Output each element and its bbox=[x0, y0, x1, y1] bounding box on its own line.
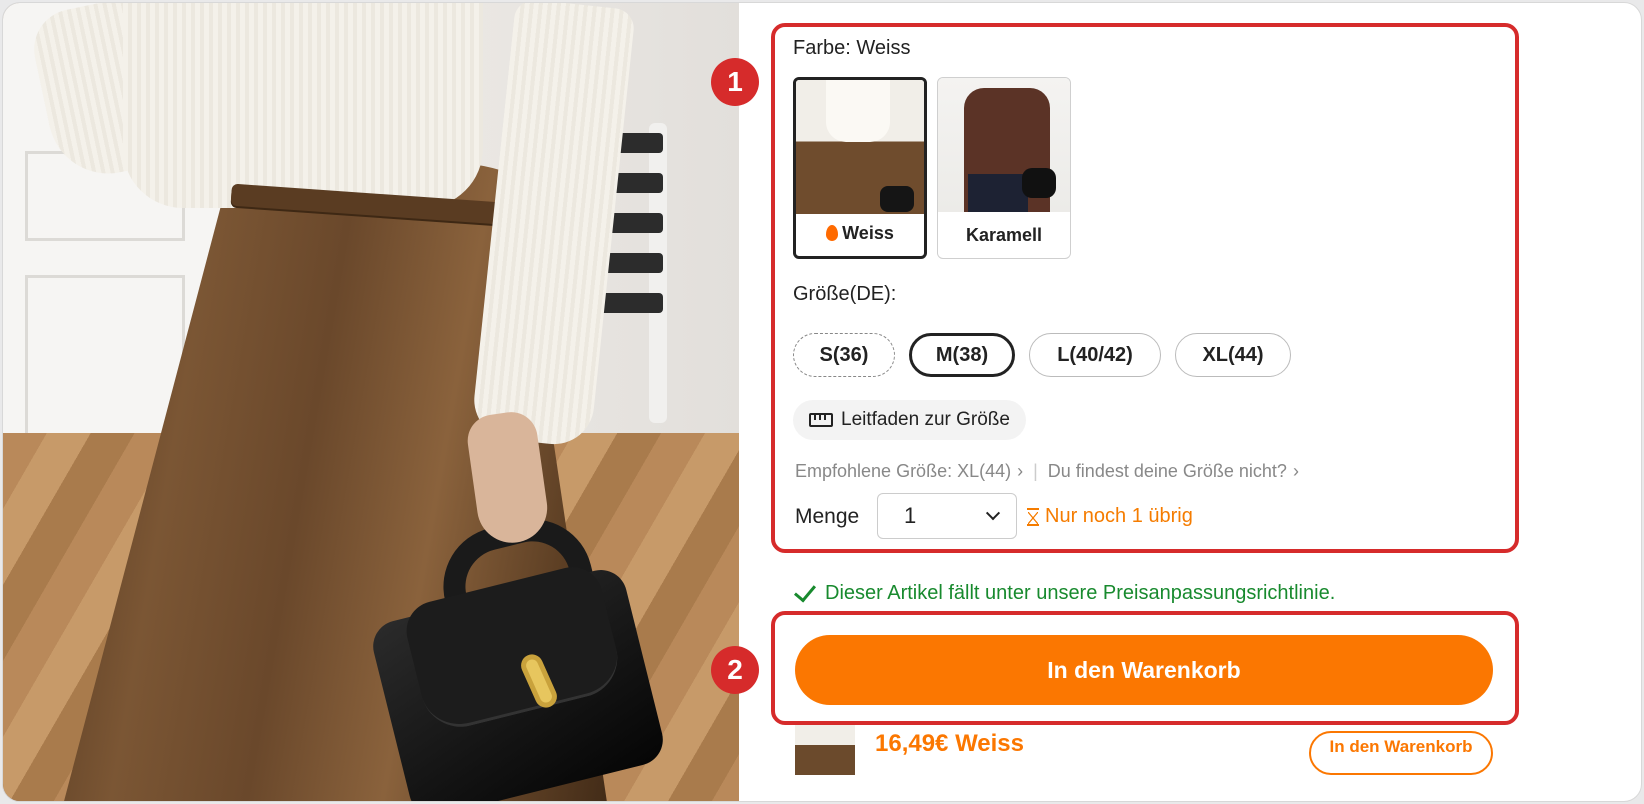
swatch-name: Weiss bbox=[796, 210, 924, 256]
flame-icon bbox=[826, 225, 839, 241]
color-swatch-karamell[interactable]: Karamell bbox=[937, 77, 1071, 259]
quantity-select[interactable]: 1 bbox=[877, 493, 1017, 539]
sticky-price-variant: 16,49€ Weiss bbox=[875, 730, 1025, 757]
add-to-cart-button[interactable]: In den Warenkorb bbox=[795, 635, 1493, 705]
chevron-down-icon bbox=[985, 506, 1001, 521]
recommended-size-link[interactable]: Empfohlene Größe: XL(44) bbox=[795, 461, 1011, 482]
color-swatch-weiss[interactable]: Weiss bbox=[793, 77, 927, 259]
screenshot-frame: 1 Farbe: Weiss Weiss Karamell Größe(DE): bbox=[2, 2, 1642, 802]
color-label: Farbe: Weiss bbox=[793, 37, 911, 59]
annotation-marker-2: 2 bbox=[711, 646, 759, 694]
quantity-value: 1 bbox=[904, 503, 917, 528]
door-panel bbox=[25, 275, 185, 445]
swatch-name: Karamell bbox=[965, 224, 1043, 245]
sweater bbox=[123, 3, 483, 208]
size-guide-button[interactable]: Leitfaden zur Größe bbox=[793, 400, 1026, 440]
separator: | bbox=[1033, 461, 1038, 481]
swatch-thumbnail bbox=[796, 80, 924, 214]
sticky-purchase-bar: 16,49€ Weiss In den Warenkorb bbox=[795, 725, 1493, 775]
price-adjustment-note: Dieser Artikel fällt unter unsere Preisa… bbox=[793, 579, 1335, 605]
ruler-icon bbox=[809, 413, 833, 427]
sticky-add-to-cart-button[interactable]: In den Warenkorb bbox=[1309, 731, 1493, 775]
size-option-xl44[interactable]: XL(44) bbox=[1175, 333, 1291, 377]
product-image[interactable] bbox=[3, 3, 739, 801]
stair-post bbox=[649, 123, 667, 423]
annotation-marker-1: 1 bbox=[711, 58, 759, 106]
hourglass-icon bbox=[1027, 507, 1039, 526]
checkmark-icon bbox=[793, 579, 817, 603]
chevron-right-icon: › bbox=[1292, 461, 1299, 481]
quantity-label: Menge bbox=[795, 505, 860, 528]
size-recommendation-row: Empfohlene Größe: XL(44) › | Du findest … bbox=[795, 461, 1299, 482]
size-option-s36[interactable]: S(36) bbox=[793, 333, 895, 377]
stock-warning: Nur noch 1 übrig bbox=[1027, 505, 1193, 528]
size-option-l40-42[interactable]: L(40/42) bbox=[1029, 333, 1161, 377]
size-not-found-link[interactable]: Du findest deine Größe nicht? bbox=[1048, 461, 1287, 482]
size-label: Größe(DE): bbox=[793, 283, 897, 305]
size-option-m38[interactable]: M(38) bbox=[909, 333, 1015, 377]
product-options-panel: 1 Farbe: Weiss Weiss Karamell Größe(DE): bbox=[711, 3, 1641, 801]
swatch-thumbnail bbox=[938, 78, 1070, 212]
sticky-thumbnail bbox=[795, 725, 855, 775]
chevron-right-icon: › bbox=[1017, 461, 1024, 481]
